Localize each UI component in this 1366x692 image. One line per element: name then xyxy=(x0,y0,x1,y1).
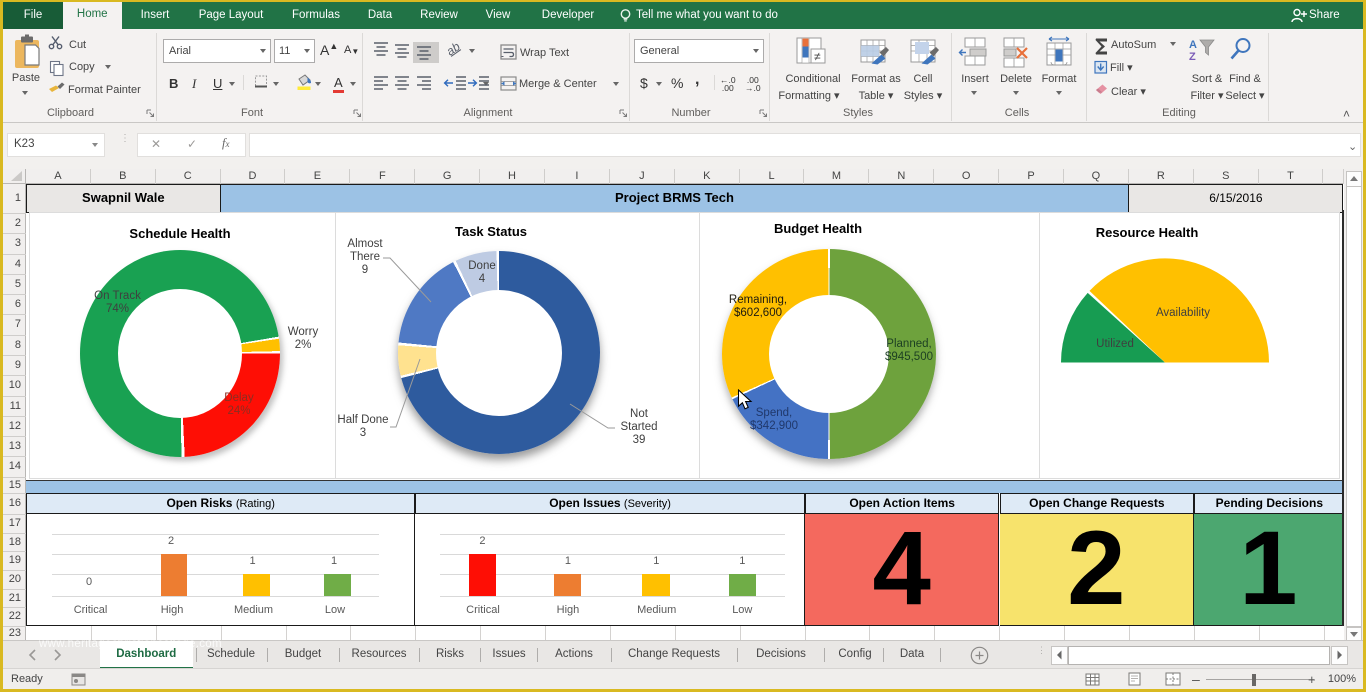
svg-text:≠: ≠ xyxy=(814,49,821,63)
svg-text:Z: Z xyxy=(1189,51,1196,63)
svg-text:A: A xyxy=(1189,39,1197,51)
svg-text:ab: ab xyxy=(444,39,463,58)
